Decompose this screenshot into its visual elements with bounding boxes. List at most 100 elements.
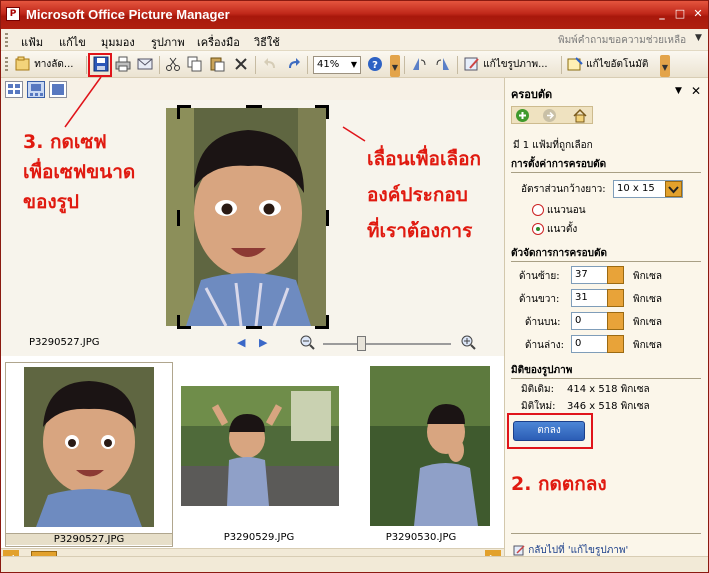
top-unit: พิกเซล bbox=[633, 317, 662, 328]
right-spinner-icon[interactable] bbox=[607, 289, 624, 307]
toolbar-separator bbox=[457, 56, 458, 74]
drag-pointer-line bbox=[342, 126, 366, 142]
portrait-radio[interactable] bbox=[532, 223, 544, 235]
toolbar-separator bbox=[255, 56, 256, 74]
pane-navigation-bar bbox=[511, 106, 593, 124]
thumbnail-image bbox=[181, 386, 339, 506]
help-button[interactable]: ? bbox=[367, 55, 383, 75]
bottom-spinner-icon[interactable] bbox=[607, 335, 624, 353]
zoom-slider-track[interactable] bbox=[323, 343, 451, 345]
menu-file[interactable]: แฟ้ม bbox=[21, 33, 43, 51]
crop-handle-bottom[interactable] bbox=[246, 326, 262, 329]
pane-back-icon[interactable] bbox=[515, 108, 530, 126]
boy-photo-image bbox=[166, 108, 326, 326]
crop-handle-top-left[interactable] bbox=[177, 105, 180, 119]
help-search-input[interactable]: พิมพ์คำถามขอความช่วยเหลือ bbox=[558, 33, 686, 48]
close-button[interactable]: ✕ bbox=[690, 6, 706, 22]
menu-edit[interactable]: แก้ไข bbox=[59, 33, 86, 51]
paste-icon bbox=[209, 56, 225, 72]
zoom-value: 41% bbox=[317, 59, 340, 70]
save-step-line-2: เพื่อเซฟขนาด bbox=[23, 161, 136, 183]
minimize-button[interactable]: _ bbox=[654, 6, 670, 22]
rotate-left-icon bbox=[411, 56, 427, 72]
delete-button[interactable] bbox=[233, 55, 249, 75]
preview-nav-bar: P3290527.JPG ◀ ▶ bbox=[1, 332, 504, 356]
crop-handle-bottom-left[interactable] bbox=[177, 315, 180, 329]
auto-correct-icon bbox=[567, 56, 583, 72]
pane-dropdown-icon[interactable]: ▼ bbox=[675, 86, 682, 96]
shortcuts-button[interactable]: ทางลัด... bbox=[15, 55, 73, 75]
menu-grip-icon[interactable] bbox=[5, 33, 8, 47]
mail-button[interactable] bbox=[137, 55, 153, 75]
thumbnail-item[interactable]: P3290527.JPG bbox=[5, 362, 173, 547]
toolbar-separator bbox=[86, 56, 87, 74]
drag-hint-line-3: ที่เราต้องการ bbox=[367, 220, 473, 242]
picture-manager-window: P Microsoft Office Picture Manager _ □ ✕… bbox=[0, 0, 709, 573]
previous-image-icon[interactable]: ◀ bbox=[237, 336, 245, 349]
selection-count: มี 1 แฟ้มที่ถูกเลือก bbox=[513, 140, 593, 151]
task-pane-title: ครอบตัด bbox=[511, 88, 553, 101]
left-spinner-icon[interactable] bbox=[607, 266, 624, 284]
edit-picture-icon bbox=[464, 56, 480, 72]
thumbnail-item[interactable]: P3290530.JPG bbox=[351, 362, 491, 547]
toolbar-separator bbox=[307, 56, 308, 74]
undo-icon bbox=[263, 56, 279, 72]
copy-icon bbox=[187, 56, 203, 72]
zoom-in-icon[interactable] bbox=[460, 334, 476, 353]
thumbnail-view-button[interactable] bbox=[5, 81, 23, 98]
cut-button[interactable] bbox=[165, 55, 181, 75]
print-button[interactable] bbox=[115, 55, 131, 75]
toolbar-overflow-icon[interactable]: ▼ bbox=[390, 55, 400, 77]
edit-pictures-label: แก้ไขรูปภาพ... bbox=[483, 59, 548, 70]
zoom-slider-thumb[interactable] bbox=[357, 336, 366, 351]
rotate-right-icon bbox=[435, 56, 451, 72]
copy-button[interactable] bbox=[187, 55, 203, 75]
pane-forward-icon[interactable] bbox=[542, 108, 557, 126]
svg-text:?: ? bbox=[372, 60, 378, 71]
thumbnail-item[interactable]: P3290529.JPG bbox=[179, 362, 339, 547]
maximize-button[interactable]: □ bbox=[672, 6, 688, 22]
crop-handle-bottom-right[interactable] bbox=[326, 315, 329, 329]
next-image-icon[interactable]: ▶ bbox=[259, 336, 267, 349]
help-icon: ? bbox=[367, 56, 383, 72]
pane-close-icon[interactable]: ✕ bbox=[691, 84, 701, 98]
top-spinner-icon[interactable] bbox=[607, 312, 624, 330]
thumbnail-view-icon bbox=[8, 84, 20, 94]
aspect-ratio-dropdown-icon[interactable] bbox=[665, 181, 682, 197]
landscape-radio[interactable] bbox=[532, 204, 544, 216]
paste-button[interactable] bbox=[209, 55, 225, 75]
cropped-photo[interactable] bbox=[166, 108, 326, 326]
delete-icon bbox=[233, 56, 249, 72]
undo-button[interactable] bbox=[263, 55, 279, 75]
toolbar-grip-icon[interactable] bbox=[5, 57, 8, 71]
ok-step-annotation: 2. กดตกลง bbox=[511, 473, 607, 495]
zoom-out-icon[interactable] bbox=[299, 334, 315, 353]
redo-button[interactable] bbox=[285, 55, 301, 75]
edit-pictures-button[interactable]: แก้ไขรูปภาพ... bbox=[464, 55, 548, 75]
crop-handle-right[interactable] bbox=[326, 210, 329, 226]
section-divider bbox=[511, 533, 701, 534]
rotate-right-button[interactable] bbox=[435, 55, 451, 75]
menu-help[interactable]: วิธีใช้ bbox=[254, 33, 280, 51]
filmstrip: P3290527.JPG P3290529.JPG P3290530.JPG bbox=[1, 358, 504, 548]
print-icon bbox=[115, 56, 131, 72]
pane-home-icon[interactable] bbox=[572, 108, 588, 126]
help-dropdown-icon[interactable]: ▼ bbox=[695, 33, 702, 43]
menu-view[interactable]: มุมมอง bbox=[101, 33, 135, 51]
menu-tools[interactable]: เครื่องมือ bbox=[197, 33, 240, 51]
title-bar[interactable]: P Microsoft Office Picture Manager _ □ ✕ bbox=[1, 1, 708, 29]
crop-handle-left[interactable] bbox=[177, 210, 180, 226]
crop-handle-top[interactable] bbox=[246, 105, 262, 108]
save-step-line-3: ของรูป bbox=[23, 191, 79, 213]
crop-handle-top-right[interactable] bbox=[326, 105, 329, 119]
right-label: ด้านขวา: bbox=[519, 294, 560, 305]
status-bar bbox=[1, 556, 708, 572]
zoom-select[interactable]: 41% ▼ bbox=[313, 56, 361, 74]
portrait-label: แนวตั้ง bbox=[547, 224, 578, 235]
top-label: ด้านบน: bbox=[525, 317, 561, 328]
auto-correct-button[interactable]: แก้ไขอัตโนมัติ bbox=[567, 55, 648, 75]
menu-picture[interactable]: รูปภาพ bbox=[151, 33, 185, 51]
toolbar-overflow-icon[interactable]: ▼ bbox=[660, 55, 670, 77]
filmstrip-view-button[interactable] bbox=[27, 81, 45, 98]
rotate-left-button[interactable] bbox=[411, 55, 427, 75]
